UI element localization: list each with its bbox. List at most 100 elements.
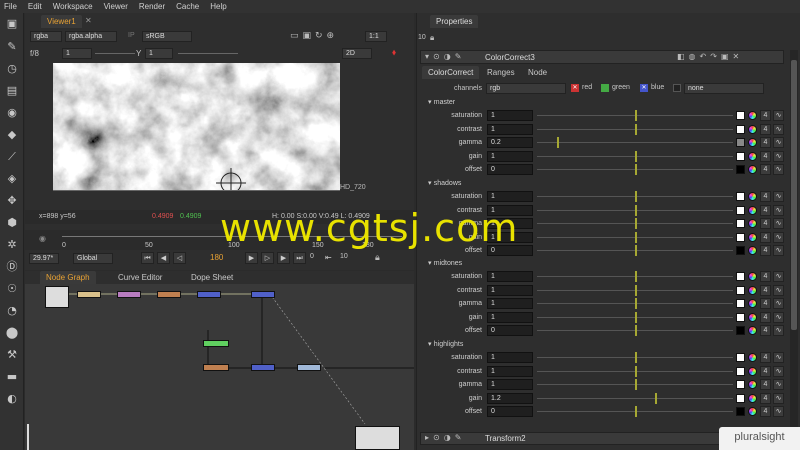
views-icon[interactable]: ☉ xyxy=(5,282,19,296)
close-icon[interactable]: ✕ xyxy=(85,16,92,25)
metadata-icon[interactable]: ◔ xyxy=(5,304,19,318)
param-value-field[interactable]: 0 xyxy=(487,325,533,336)
channels-split-button[interactable]: 4 xyxy=(760,365,771,377)
image-icon[interactable]: ▣ xyxy=(5,17,19,31)
param-value-field[interactable]: 0 xyxy=(487,164,533,175)
param-value-field[interactable]: 1 xyxy=(487,311,533,323)
prev-key-icon[interactable]: ◀ xyxy=(157,252,170,264)
color-wheel-icon[interactable] xyxy=(748,407,757,416)
slider-handle[interactable] xyxy=(556,137,559,148)
channels-split-button[interactable]: 4 xyxy=(760,245,771,256)
channels-select[interactable]: rgba xyxy=(30,31,62,42)
fps-field[interactable]: 29.97* xyxy=(29,253,59,264)
3d-icon[interactable]: ⬢ xyxy=(5,216,19,230)
fstop-value[interactable]: f/8 xyxy=(30,49,39,58)
channel-icon[interactable]: ▤ xyxy=(5,84,19,98)
param-slider[interactable] xyxy=(537,204,733,216)
deep-icon[interactable]: Ⓓ xyxy=(5,260,19,274)
node-header-tools[interactable]: ◧◍↶↷▣✕ xyxy=(677,52,743,61)
channels-split-button[interactable]: 4 xyxy=(760,392,771,404)
filter-icon[interactable]: ◆ xyxy=(5,128,19,142)
channels-split-button[interactable]: 4 xyxy=(760,406,771,417)
slider-handle[interactable] xyxy=(635,191,637,202)
merge-icon[interactable]: ◈ xyxy=(5,172,19,186)
slider-handle[interactable] xyxy=(635,231,637,243)
channels-split-button[interactable]: 4 xyxy=(760,218,771,229)
color-wheel-icon[interactable] xyxy=(748,165,757,174)
global-select[interactable]: Global xyxy=(73,253,113,264)
color-wheel-icon[interactable] xyxy=(748,111,757,120)
color-wheel-icon[interactable] xyxy=(748,285,757,295)
channels-split-button[interactable]: 4 xyxy=(760,110,771,121)
node-box[interactable] xyxy=(117,291,141,298)
color-wheel-icon[interactable] xyxy=(748,151,757,161)
color-swatch[interactable] xyxy=(736,138,745,147)
menu-cache[interactable]: Cache xyxy=(176,2,199,11)
curve-icon[interactable]: ∿ xyxy=(773,271,784,282)
curve-icon[interactable]: ∿ xyxy=(773,352,784,363)
channels-split-button[interactable]: 4 xyxy=(760,164,771,175)
gamma-slider[interactable] xyxy=(178,53,238,54)
section-shadows[interactable]: shadows xyxy=(428,179,462,187)
node-box[interactable] xyxy=(203,340,229,347)
transform-node-name[interactable]: Transform2 xyxy=(485,434,526,443)
curve-icon[interactable]: ∿ xyxy=(773,218,784,229)
tab-viewer1[interactable]: Viewer1 xyxy=(41,15,82,28)
zoom-select[interactable]: 1:1 xyxy=(365,31,387,42)
color-swatch[interactable] xyxy=(736,205,745,215)
param-value-field[interactable]: 1 xyxy=(487,352,533,363)
color-swatch[interactable] xyxy=(736,299,745,308)
record-icon[interactable]: ◉ xyxy=(39,234,46,243)
color-wheel-icon[interactable] xyxy=(748,246,757,255)
curve-icon[interactable]: ∿ xyxy=(773,164,784,175)
curve-icon[interactable]: ∿ xyxy=(773,137,784,148)
curve-icon[interactable]: ∿ xyxy=(773,298,784,309)
color-icon[interactable]: ◉ xyxy=(5,106,19,120)
slider-handle[interactable] xyxy=(654,392,657,404)
section-midtones[interactable]: midtones xyxy=(428,259,462,267)
gain-slider[interactable] xyxy=(95,53,135,54)
slider-handle[interactable] xyxy=(635,271,637,282)
color-wheel-icon[interactable] xyxy=(748,380,757,389)
prev-frame-icon[interactable]: ◁ xyxy=(173,252,186,264)
color-swatch[interactable] xyxy=(736,366,745,376)
param-value-field[interactable]: 0.2 xyxy=(487,137,533,148)
alpha-checkbox[interactable] xyxy=(673,84,681,92)
colorspace-select[interactable]: sRGB xyxy=(142,31,192,42)
slider-handle[interactable] xyxy=(635,352,637,363)
channels-split-button[interactable]: 4 xyxy=(760,204,771,216)
color-swatch[interactable] xyxy=(736,272,745,281)
channels-split-button[interactable]: 4 xyxy=(760,352,771,363)
param-value-field[interactable]: 1 xyxy=(487,150,533,162)
ip-toggle[interactable]: IP xyxy=(128,32,135,39)
color-wheel-icon[interactable] xyxy=(748,326,757,335)
curve-icon[interactable]: ∿ xyxy=(773,392,784,404)
color-swatch[interactable] xyxy=(736,124,745,134)
tab-dope-sheet[interactable]: Dope Sheet xyxy=(185,271,239,284)
slider-handle[interactable] xyxy=(635,284,637,296)
node-box[interactable] xyxy=(251,291,275,298)
menu-render[interactable]: Render xyxy=(139,2,165,11)
curve-icon[interactable]: ∿ xyxy=(773,245,784,256)
tab-colorcorrect[interactable]: ColorCorrect xyxy=(422,66,480,79)
step-value[interactable]: 10 xyxy=(340,253,348,260)
slider-handle[interactable] xyxy=(635,164,637,175)
slider-handle[interactable] xyxy=(635,204,637,216)
channels-split-button[interactable]: 4 xyxy=(760,298,771,309)
view-mode-select[interactable]: 2D xyxy=(342,48,372,59)
param-slider[interactable] xyxy=(537,218,733,229)
section-highlights[interactable]: highlights xyxy=(428,340,464,348)
current-frame[interactable]: 180 xyxy=(210,253,223,262)
param-slider[interactable] xyxy=(537,379,733,390)
tab-node-graph[interactable]: Node Graph xyxy=(40,271,96,284)
channels-split-button[interactable]: 4 xyxy=(760,379,771,390)
node-box[interactable] xyxy=(203,364,229,371)
slider-handle[interactable] xyxy=(635,406,637,417)
red-checkbox[interactable]: ✕ xyxy=(571,84,579,92)
color-wheel-icon[interactable] xyxy=(748,192,757,201)
play-icon[interactable]: ▶ xyxy=(245,252,258,264)
param-value-field[interactable]: 0 xyxy=(487,406,533,417)
color-swatch[interactable] xyxy=(736,151,745,161)
color-swatch[interactable] xyxy=(736,380,745,389)
param-slider[interactable] xyxy=(537,191,733,202)
